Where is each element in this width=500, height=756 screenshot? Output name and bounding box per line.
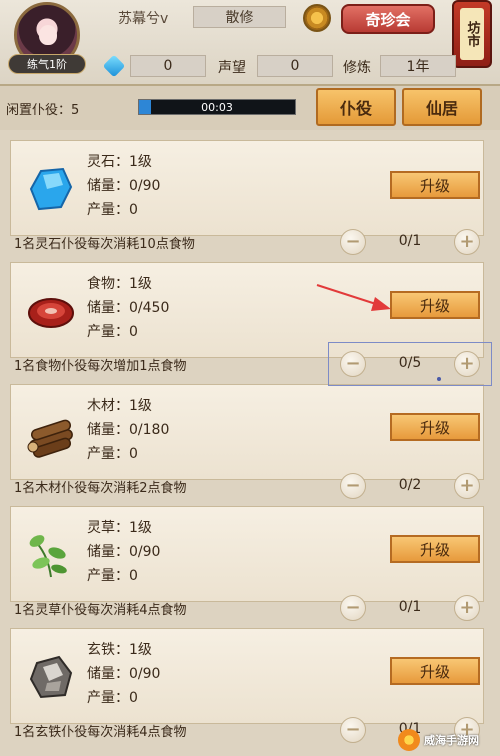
market-button[interactable]: 坊市 <box>452 0 492 68</box>
cultivation-label: 修炼 <box>343 60 371 76</box>
top-bar: 练气1阶 苏幕兮v 散修 奇珍会 坊市 0 声望 0 修炼 1年 <box>0 0 500 86</box>
servant-info: 1名木材仆役每次消耗2点食物 <box>14 481 187 496</box>
cursor-dot <box>437 377 441 381</box>
resource-output: 产量：0 <box>87 568 138 584</box>
residence-button[interactable]: 仙居 <box>402 88 482 126</box>
watermark-logo-icon <box>398 729 420 751</box>
resource-storage: 储量：0/450 <box>87 300 170 316</box>
minus-button[interactable]: − <box>340 473 366 499</box>
market-label: 坊市 <box>460 8 484 60</box>
minus-button[interactable]: − <box>340 229 366 255</box>
timer-text: 00:03 <box>201 100 233 114</box>
upgrade-button[interactable]: 升级 <box>390 171 480 199</box>
resource-output: 产量：0 <box>87 202 138 218</box>
spirit-gem-icon <box>102 54 126 78</box>
player-avatar-area[interactable]: 练气1阶 <box>8 2 88 82</box>
resource-level: 食物：1级 <box>87 276 152 292</box>
wood-logs-icon <box>27 419 73 458</box>
resource-card-wood: 木材：1级 储量：0/180 产量：0 升级 <box>10 384 484 480</box>
servant-row-spirit-stone: 1名灵石仆役每次消耗10点食物 − 0/1 + <box>0 227 500 257</box>
servant-row-herb: 1名灵草仆役每次消耗4点食物 − 0/1 + <box>0 593 500 623</box>
site-watermark: 威海手游网 <box>398 726 498 754</box>
herb-icon <box>29 535 67 578</box>
resource-storage: 储量：0/90 <box>87 178 161 194</box>
pointer-arrow-icon <box>316 284 391 311</box>
rank-badge: 练气1阶 <box>8 54 86 74</box>
idle-servants-label: 闲置仆役：5 <box>6 103 80 118</box>
resource-card-spirit-stone: 灵石：1级 储量：0/90 产量：0 升级 <box>10 140 484 236</box>
watermark-text: 威海手游网 <box>424 734 479 747</box>
upgrade-button[interactable]: 升级 <box>390 291 480 319</box>
meat-icon <box>28 298 74 328</box>
upgrade-button[interactable]: 升级 <box>390 657 480 685</box>
resource-output: 产量：0 <box>87 690 138 706</box>
reputation-label: 声望 <box>218 60 246 76</box>
plus-button[interactable]: + <box>454 473 480 499</box>
spirit-stone-icon <box>29 167 73 211</box>
servant-count: 0/1 <box>398 233 422 249</box>
resource-level: 灵草：1级 <box>87 520 152 536</box>
resource-storage: 储量：0/90 <box>87 666 161 682</box>
treasure-auction-button[interactable]: 奇珍会 <box>341 4 435 34</box>
servant-count: 0/2 <box>398 477 422 493</box>
upgrade-button[interactable]: 升级 <box>390 413 480 441</box>
reputation-value: 0 <box>257 55 333 77</box>
player-name: 苏幕兮v <box>118 11 169 27</box>
resource-output: 产量：0 <box>87 446 138 462</box>
iron-ore-icon <box>29 655 73 699</box>
resource-level: 灵石：1级 <box>87 154 152 170</box>
resource-card-herb: 灵草：1级 储量：0/90 产量：0 升级 <box>10 506 484 602</box>
sect-label: 散修 <box>193 6 286 28</box>
minus-button[interactable]: − <box>340 717 366 743</box>
plus-button[interactable]: + <box>454 595 480 621</box>
spirit-stone-count: 0 <box>130 55 206 77</box>
minus-button[interactable]: − <box>340 595 366 621</box>
resource-level: 木材：1级 <box>87 398 152 414</box>
servant-info: 1名玄铁仆役每次消耗4点食物 <box>14 725 187 740</box>
servant-info: 1名灵草仆役每次消耗4点食物 <box>14 603 187 618</box>
resource-storage: 储量：0/180 <box>87 422 170 438</box>
resource-output: 产量：0 <box>87 324 138 340</box>
upgrade-button[interactable]: 升级 <box>390 535 480 563</box>
servant-info: 1名灵石仆役每次消耗10点食物 <box>14 237 195 252</box>
timer-progress-bar: 00:03 <box>138 99 296 115</box>
gear-icon[interactable] <box>303 4 331 32</box>
servant-info: 1名食物仆役每次增加1点食物 <box>14 359 187 374</box>
resource-card-iron: 玄铁：1级 储量：0/90 产量：0 升级 <box>10 628 484 724</box>
resource-list[interactable]: 灵石：1级 储量：0/90 产量：0 升级 1名灵石仆役每次消耗10点食物 − … <box>0 130 500 756</box>
servant-button[interactable]: 仆役 <box>316 88 396 126</box>
servant-count: 0/1 <box>398 599 422 615</box>
cultivation-value: 1年 <box>380 55 456 77</box>
resource-storage: 储量：0/90 <box>87 544 161 560</box>
resource-level: 玄铁：1级 <box>87 642 152 658</box>
plus-button[interactable]: + <box>454 229 480 255</box>
highlight-box <box>328 342 492 386</box>
servant-row-wood: 1名木材仆役每次消耗2点食物 − 0/2 + <box>0 471 500 501</box>
